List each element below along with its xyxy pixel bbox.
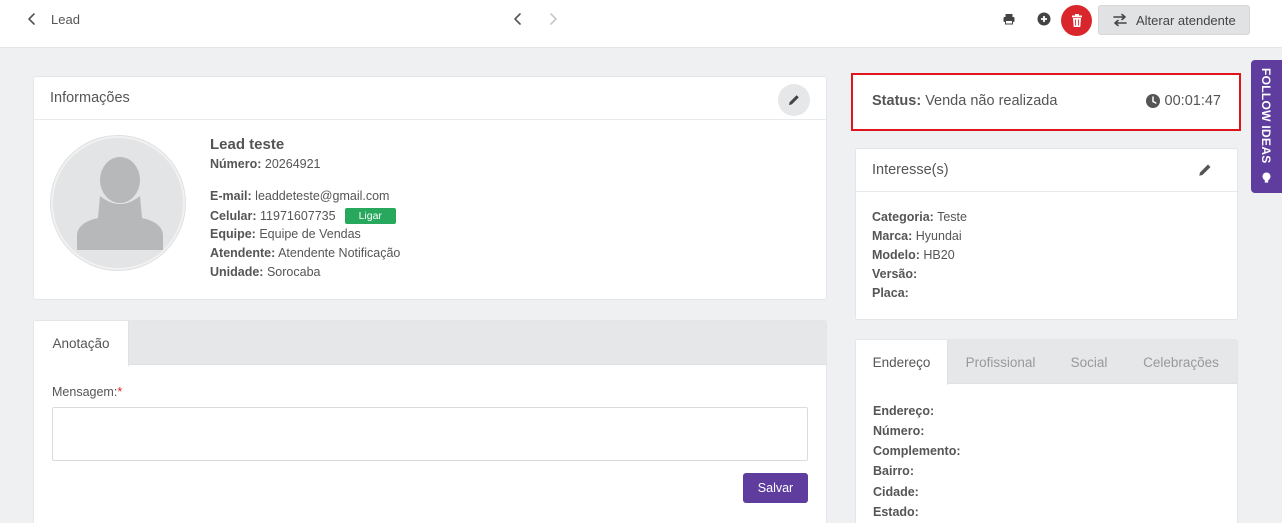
timer: 00:01:47: [1145, 93, 1221, 109]
mensagem-input[interactable]: [52, 407, 808, 461]
printer-icon[interactable]: [1001, 11, 1017, 27]
marca-value: Hyundai: [915, 229, 962, 243]
delete-button[interactable]: [1061, 5, 1092, 36]
endereco-field: Endereço:: [873, 404, 935, 418]
email-label: E-mail:: [210, 189, 252, 203]
placa-row: Placa:: [872, 286, 909, 300]
categoria-value: Teste: [937, 210, 967, 224]
categoria-label: Categoria:: [872, 210, 934, 224]
atendente-label: Atendente:: [210, 246, 276, 260]
timer-value: 00:01:47: [1164, 93, 1221, 109]
alterar-atendente-button[interactable]: Alterar atendente: [1098, 5, 1250, 35]
interesse-title: Interesse(s): [872, 162, 949, 178]
versao-label: Versão:: [872, 267, 918, 281]
informacoes-title: Informações: [50, 90, 130, 106]
lead-name: Lead teste: [210, 136, 285, 153]
numero-field: Número:: [873, 424, 925, 438]
versao-row: Versão:: [872, 267, 917, 281]
pencil-icon: [789, 95, 799, 105]
status-label: Status:: [872, 93, 922, 109]
mensagem-label: Mensagem:*: [52, 385, 122, 399]
marca-label: Marca:: [872, 229, 913, 243]
lightbulb-icon: [1260, 171, 1273, 184]
cidade-field: Cidade:: [873, 485, 919, 499]
edit-interesse-button[interactable]: [1197, 162, 1213, 178]
marca-row: Marca: Hyundai: [872, 229, 962, 243]
status-value: Venda não realizada: [925, 93, 1058, 109]
celular-label: Celular:: [210, 209, 257, 223]
top-bar: Lead Alterar atendente: [0, 0, 1282, 48]
follow-ideas-label: FOLLOW IDEAS: [1259, 68, 1273, 164]
bairro-field: Bairro:: [873, 464, 914, 478]
modelo-label: Modelo:: [872, 248, 920, 262]
unidade-value: Sorocaba: [266, 265, 321, 279]
endereco-card: Endereço Profissional Social Celebrações…: [855, 339, 1238, 523]
trash-icon: [1071, 14, 1082, 27]
estado-field: Estado:: [873, 505, 919, 519]
next-lead-icon[interactable]: [545, 11, 561, 27]
equipe-label: Equipe:: [210, 227, 256, 241]
previous-lead-icon[interactable]: [510, 11, 526, 27]
clock-icon: [1145, 94, 1160, 108]
tab-endereco[interactable]: Endereço: [856, 340, 948, 385]
numero-row: Número: 20264921: [210, 157, 321, 171]
plus-circle-icon[interactable]: [1036, 11, 1052, 27]
complemento-field: Complemento:: [873, 444, 961, 458]
celular-value: 11971607735: [260, 209, 336, 223]
tab-profissional[interactable]: Profissional: [948, 340, 1053, 385]
informacoes-header: Informações: [34, 77, 826, 120]
informacoes-card: Informações Lead teste Número: 20264921 …: [33, 76, 827, 300]
numero-label: Número:: [210, 157, 262, 171]
ligar-button[interactable]: Ligar: [344, 208, 396, 224]
pencil-icon: [1199, 164, 1211, 176]
atendente-value: Atendente Notificação: [278, 246, 401, 260]
email-row: E-mail: leaddeteste@gmail.com: [210, 189, 389, 203]
swap-arrows-icon: [1113, 13, 1127, 27]
tab-anotacao[interactable]: Anotação: [34, 321, 129, 366]
equipe-value: Equipe de Vendas: [259, 227, 361, 241]
edit-info-button[interactable]: [778, 84, 810, 116]
breadcrumb[interactable]: Lead: [51, 12, 80, 27]
salvar-button[interactable]: Salvar: [743, 473, 808, 503]
numero-value: 20264921: [264, 157, 321, 171]
placa-label: Placa:: [872, 286, 909, 300]
follow-ideas-tab[interactable]: FOLLOW IDEAS: [1251, 60, 1282, 193]
interesse-header: Interesse(s): [856, 149, 1237, 192]
atendente-row: Atendente: Atendente Notificação: [210, 246, 400, 260]
modelo-value: HB20: [923, 248, 955, 262]
equipe-row: Equipe: Equipe de Vendas: [210, 227, 361, 241]
avatar: [51, 136, 185, 270]
email-value: leaddeteste@gmail.com: [255, 189, 390, 203]
alterar-atendente-label: Alterar atendente: [1136, 12, 1236, 28]
interesse-card: Interesse(s) Categoria: Teste Marca: Hyu…: [855, 148, 1238, 320]
status-box: Status: Venda não realizada 00:01:47: [851, 73, 1241, 131]
anotacao-card: Anotação Mensagem:* Salvar: [33, 320, 827, 523]
tab-social[interactable]: Social: [1053, 340, 1125, 385]
anotacao-tabs: Anotação: [34, 321, 826, 366]
modelo-row: Modelo: HB20: [872, 248, 955, 262]
mensagem-label-text: Mensagem:: [52, 385, 118, 399]
tab-celebracoes[interactable]: Celebrações: [1125, 340, 1237, 385]
required-mark: *: [117, 385, 123, 399]
endereco-tabs: Endereço Profissional Social Celebrações: [856, 340, 1237, 385]
back-chevron-icon[interactable]: [24, 11, 40, 27]
unidade-label: Unidade:: [210, 265, 264, 279]
user-silhouette-icon: [77, 157, 163, 250]
categoria-row: Categoria: Teste: [872, 210, 967, 224]
unidade-row: Unidade: Sorocaba: [210, 265, 320, 279]
celular-row: Celular: 11971607735 Ligar: [210, 208, 396, 224]
status-text: Status: Venda não realizada: [872, 93, 1057, 109]
